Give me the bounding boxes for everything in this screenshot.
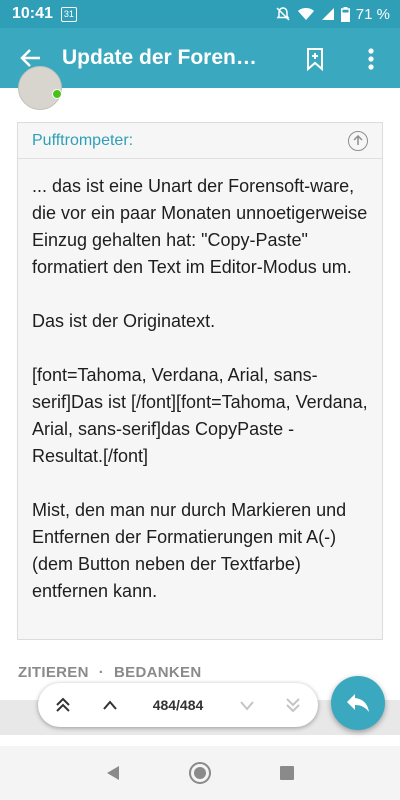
calendar-icon: 31	[60, 6, 77, 22]
quote-header: Pufftrompeter:	[18, 123, 382, 159]
bookmark-icon	[307, 48, 323, 71]
chevron-up-icon	[102, 700, 117, 710]
online-status-dot	[52, 89, 62, 99]
mute-bell-icon	[276, 7, 290, 21]
battery-percent: 71 %	[355, 5, 390, 23]
chevron-down-icon	[239, 701, 254, 711]
quote-paragraph: ... das ist eine Unart der Forensoft-war…	[32, 176, 368, 277]
battery-icon	[340, 6, 350, 22]
quote-paragraph: [font=Tahoma, Verdana, Arial, sans-serif…	[32, 365, 368, 466]
last-page-button[interactable]	[280, 692, 306, 718]
square-recents-icon	[279, 766, 294, 780]
first-page-button[interactable]	[50, 692, 76, 718]
nav-back-button[interactable]	[98, 758, 128, 788]
status-icons: 71 %	[275, 6, 390, 23]
status-time: 10:41	[12, 5, 53, 22]
avatar[interactable]	[18, 66, 62, 110]
page-count: 484/484	[152, 697, 204, 713]
previous-page-button[interactable]	[97, 692, 123, 718]
nav-home-button[interactable]	[185, 758, 215, 788]
page-navigator: 484/484	[38, 683, 318, 727]
reply-icon	[347, 694, 369, 712]
triangle-back-icon	[107, 766, 120, 780]
circle-home-icon	[188, 762, 211, 784]
next-page-button[interactable]	[234, 692, 260, 718]
quote-action-button[interactable]: ZITIEREN	[18, 664, 89, 681]
status-bar: 10:41 31 71 %	[0, 0, 400, 28]
bookmark-button[interactable]	[298, 42, 332, 76]
action-separator: ·	[98, 664, 105, 681]
nav-recents-button[interactable]	[272, 758, 302, 788]
system-nav-bar	[0, 746, 400, 800]
arrow-left-icon	[20, 49, 40, 67]
double-chevron-up-icon	[56, 697, 70, 712]
quote-block: Pufftrompeter: ... das ist eine Unart de…	[17, 122, 383, 640]
more-vert-icon	[368, 48, 374, 70]
wifi-icon	[297, 8, 314, 20]
quote-paragraph: Mist, den man nur durch Markieren und En…	[32, 500, 347, 601]
quote-paragraph: Das ist der Originatext.	[32, 311, 216, 331]
jump-to-quote-button[interactable]	[348, 130, 368, 151]
post-actions: ZITIEREN · BEDANKEN	[18, 664, 201, 681]
arrow-up-icon	[353, 135, 363, 145]
thank-action-button[interactable]: BEDANKEN	[114, 664, 201, 681]
double-chevron-down-icon	[286, 698, 300, 713]
page-title: Update der Foren…	[62, 46, 257, 69]
overflow-menu-button[interactable]	[356, 42, 386, 76]
reply-button[interactable]	[331, 676, 385, 730]
quote-author[interactable]: Pufftrompeter:	[32, 132, 133, 150]
quote-text: ... das ist eine Unart der Forensoft-war…	[18, 159, 382, 605]
signal-icon	[321, 8, 334, 20]
